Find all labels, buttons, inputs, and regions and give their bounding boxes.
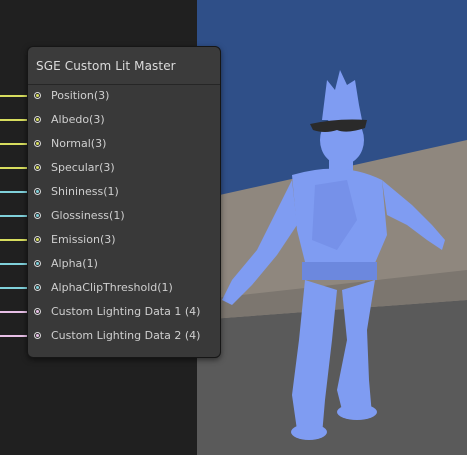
port-connector-icon[interactable] bbox=[34, 332, 41, 339]
input-port[interactable]: Alpha(1) bbox=[28, 253, 220, 277]
port-connector-fill bbox=[36, 262, 39, 265]
port-connector-icon[interactable] bbox=[34, 284, 41, 291]
input-port[interactable]: Albedo(3) bbox=[28, 109, 220, 133]
port-connector-icon[interactable] bbox=[34, 236, 41, 243]
port-connector-icon[interactable] bbox=[34, 260, 41, 267]
connection-wire[interactable] bbox=[0, 95, 30, 97]
port-connector-icon[interactable] bbox=[34, 188, 41, 195]
connection-wire[interactable] bbox=[0, 215, 30, 217]
connection-wire[interactable] bbox=[0, 119, 30, 121]
preview-scene bbox=[197, 0, 467, 455]
input-port[interactable]: Position(3) bbox=[28, 85, 220, 109]
port-connector-icon[interactable] bbox=[34, 92, 41, 99]
port-connector-fill bbox=[36, 142, 39, 145]
port-label: Emission(3) bbox=[51, 233, 116, 246]
port-label: Position(3) bbox=[51, 89, 110, 102]
port-connector-fill bbox=[36, 334, 39, 337]
port-connector-fill bbox=[36, 238, 39, 241]
input-port[interactable]: Glossiness(1) bbox=[28, 205, 220, 229]
connection-wire[interactable] bbox=[0, 287, 30, 289]
input-port[interactable]: Specular(3) bbox=[28, 157, 220, 181]
port-label: Glossiness(1) bbox=[51, 209, 125, 222]
port-label: Albedo(3) bbox=[51, 113, 105, 126]
input-port[interactable]: AlphaClipThreshold(1) bbox=[28, 277, 220, 301]
node-header[interactable]: SGE Custom Lit Master bbox=[28, 47, 220, 85]
port-connector-icon[interactable] bbox=[34, 212, 41, 219]
port-label: Normal(3) bbox=[51, 137, 107, 150]
port-connector-fill bbox=[36, 214, 39, 217]
input-port[interactable]: Custom Lighting Data 1 (4) bbox=[28, 301, 220, 325]
input-port[interactable]: Emission(3) bbox=[28, 229, 220, 253]
port-label: Alpha(1) bbox=[51, 257, 98, 270]
connection-wire[interactable] bbox=[0, 311, 30, 313]
connection-wire[interactable] bbox=[0, 167, 30, 169]
input-port[interactable]: Custom Lighting Data 2 (4) bbox=[28, 325, 220, 349]
port-connector-icon[interactable] bbox=[34, 116, 41, 123]
port-connector-icon[interactable] bbox=[34, 164, 41, 171]
connection-wire[interactable] bbox=[0, 191, 30, 193]
input-port[interactable]: Shininess(1) bbox=[28, 181, 220, 205]
connection-wire[interactable] bbox=[0, 239, 30, 241]
port-label: AlphaClipThreshold(1) bbox=[51, 281, 173, 294]
port-label: Custom Lighting Data 2 (4) bbox=[51, 329, 201, 342]
port-connector-fill bbox=[36, 118, 39, 121]
port-connector-fill bbox=[36, 166, 39, 169]
port-connector-icon[interactable] bbox=[34, 140, 41, 147]
connection-wire[interactable] bbox=[0, 263, 30, 265]
master-node[interactable]: SGE Custom Lit Master Position(3) Albedo(… bbox=[27, 46, 221, 358]
connection-wire[interactable] bbox=[0, 335, 30, 337]
node-title: SGE Custom Lit Master bbox=[36, 58, 176, 73]
port-connector-fill bbox=[36, 190, 39, 193]
port-label: Specular(3) bbox=[51, 161, 115, 174]
preview-viewport[interactable] bbox=[197, 0, 467, 455]
port-label: Shininess(1) bbox=[51, 185, 119, 198]
port-label: Custom Lighting Data 1 (4) bbox=[51, 305, 201, 318]
connection-wire[interactable] bbox=[0, 143, 30, 145]
port-connector-fill bbox=[36, 310, 39, 313]
port-connector-icon[interactable] bbox=[34, 308, 41, 315]
port-connector-fill bbox=[36, 286, 39, 289]
port-connector-fill bbox=[36, 94, 39, 97]
input-port[interactable]: Normal(3) bbox=[28, 133, 220, 157]
